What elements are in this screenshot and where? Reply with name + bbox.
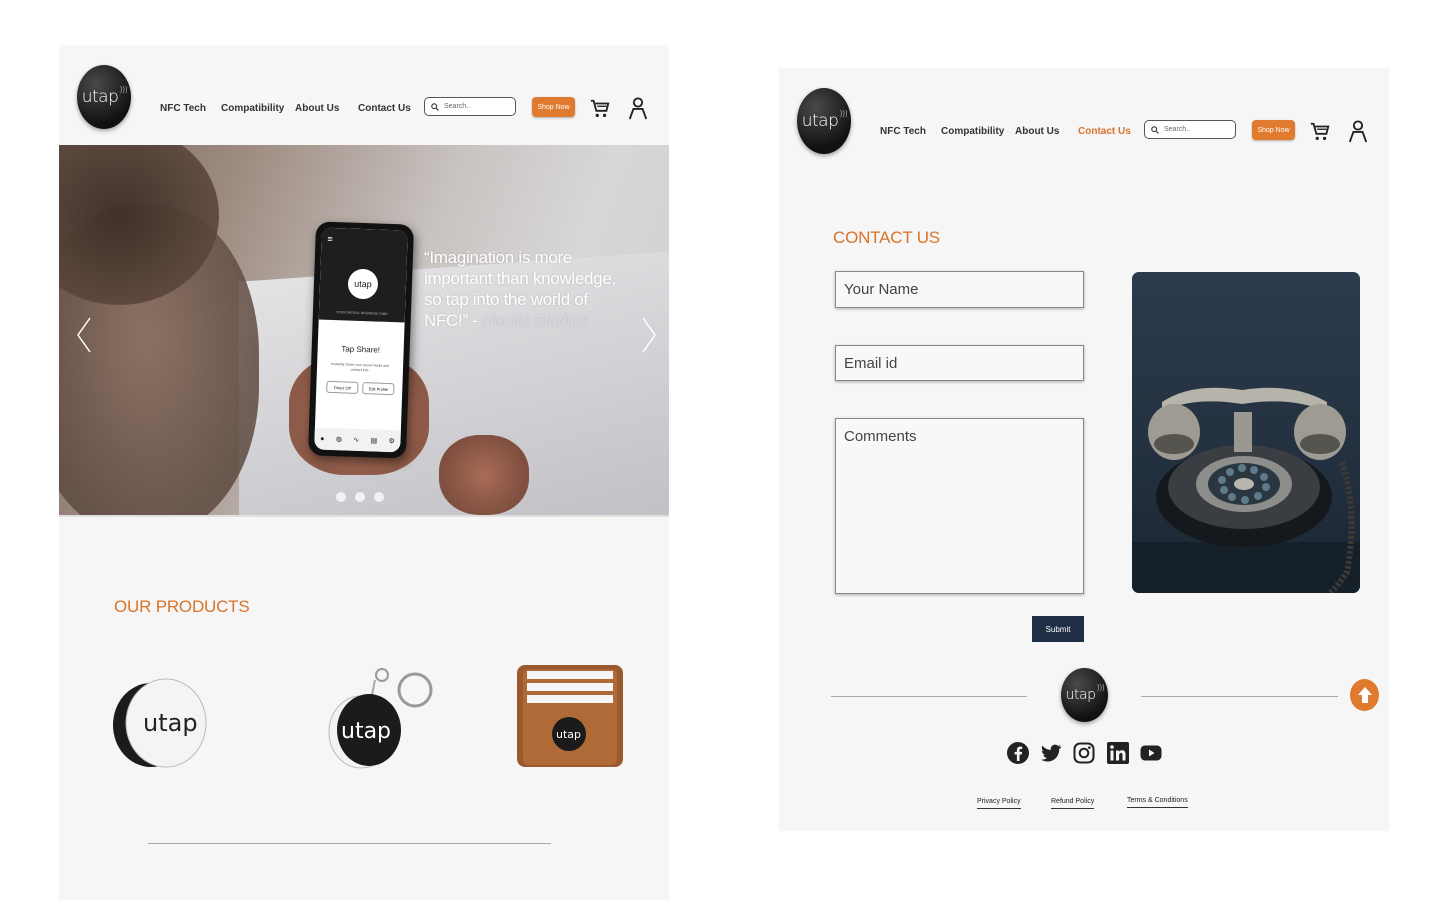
twitter-icon[interactable] — [1039, 741, 1063, 765]
arrow-up-icon — [1357, 687, 1372, 703]
home-page-mockup: utap))) NFC Tech Compatibility About Us … — [59, 45, 669, 900]
products-title: OUR PRODUCTS — [114, 597, 250, 616]
footer-logo-text: utap — [1065, 687, 1096, 703]
nfc-wave-icon: ))) — [839, 108, 848, 118]
cart-icon[interactable] — [589, 97, 611, 121]
vintage-telephone-image — [1132, 272, 1360, 593]
email-field[interactable]: Email id — [835, 345, 1084, 381]
product-nfc-card-wallet[interactable]: utap — [515, 663, 627, 769]
search-icon — [1151, 125, 1159, 134]
person-icon: ● — [320, 435, 325, 443]
facebook-icon[interactable] — [1006, 741, 1030, 765]
nfc-wave-icon: ))) — [119, 84, 128, 94]
nav-compatibility[interactable]: Compatibility — [941, 126, 1004, 137]
svg-text:utap: utap — [341, 719, 391, 744]
terms-conditions-link[interactable]: Terms & Conditions — [1127, 797, 1188, 808]
user-icon[interactable] — [1347, 119, 1369, 143]
carousel-prev-arrow-icon[interactable] — [74, 315, 94, 355]
quote-author: Honibi Studios — [482, 311, 588, 330]
nav-contact-us-active[interactable]: Contact Us — [1078, 126, 1131, 137]
nav-nfc-tech[interactable]: NFC Tech — [160, 103, 206, 114]
cart-icon[interactable] — [1309, 120, 1331, 144]
phone-tabbar: ● ◍ ∿ ▤ ⚙ — [314, 427, 401, 453]
hero-bg-hand-2 — [439, 435, 529, 515]
youtube-icon[interactable] — [1139, 741, 1163, 765]
phone-header: ≡ utap YOUR DIGITAL BUSINESS CARD — [318, 227, 408, 323]
phone-direct-off: Direct Off — [326, 380, 359, 394]
chart-icon: ∿ — [353, 436, 360, 444]
nav-about-us[interactable]: About Us — [1015, 126, 1059, 137]
carousel-next-arrow-icon[interactable] — [639, 315, 659, 355]
phone-tap-share: Tap Share! — [341, 344, 381, 355]
carousel-dot-1[interactable] — [336, 492, 346, 502]
carousel-dots — [336, 492, 384, 502]
brand-logo[interactable]: utap))) — [77, 65, 131, 129]
nav-about-us[interactable]: About Us — [295, 103, 339, 114]
svg-text:utap: utap — [556, 728, 581, 741]
footer-divider-left — [831, 696, 1027, 697]
logo-text: utap — [801, 111, 839, 131]
shop-now-button[interactable]: Shop Now — [532, 97, 575, 117]
footer-divider-right — [1141, 696, 1338, 697]
contact-page-mockup: utap))) NFC Tech Compatibility About Us … — [779, 68, 1389, 831]
search-placeholder: Search.. — [444, 103, 471, 110]
search-placeholder: Search.. — [1164, 126, 1191, 133]
comments-field[interactable]: Comments — [835, 418, 1084, 594]
logo-text: utap — [81, 87, 119, 107]
product-nfc-keychain[interactable]: utap — [317, 650, 437, 775]
gear-icon: ⚙ — [388, 438, 395, 446]
phone-edit-profile: Edit Profile — [362, 382, 395, 396]
contact-title: CONTACT US — [833, 228, 940, 247]
hero-phone: ≡ utap YOUR DIGITAL BUSINESS CARD Tap Sh… — [307, 221, 415, 459]
search-icon — [431, 102, 439, 111]
hero-divider — [59, 515, 669, 517]
nav-contact-us[interactable]: Contact Us — [358, 103, 411, 114]
menu-icon: ≡ — [327, 233, 333, 244]
products-divider — [148, 843, 551, 844]
carousel-dot-3[interactable] — [374, 492, 384, 502]
instagram-icon[interactable] — [1072, 741, 1096, 765]
top-nav-contact: utap))) NFC Tech Compatibility About Us … — [779, 68, 1389, 168]
phone-subtitle: YOUR DIGITAL BUSINESS CARD — [336, 310, 388, 316]
telephone-illustration — [1132, 387, 1360, 593]
carousel-dot-2[interactable] — [355, 492, 365, 502]
product-nfc-tag[interactable]: u utap — [111, 677, 211, 772]
refund-policy-link[interactable]: Refund Policy — [1051, 798, 1095, 809]
search-input[interactable]: Search.. — [1144, 120, 1236, 139]
phone-desc: Instantly share your social media and co… — [331, 361, 390, 373]
linkedin-icon[interactable] — [1106, 741, 1130, 765]
phone-screen: ≡ utap YOUR DIGITAL BUSINESS CARD Tap Sh… — [314, 227, 408, 453]
hero-carousel[interactable]: ≡ utap YOUR DIGITAL BUSINESS CARD Tap Sh… — [59, 145, 669, 515]
pin-icon: ◍ — [335, 436, 343, 444]
svg-text:utap: utap — [143, 709, 198, 737]
nfc-wave-icon: ))) — [1096, 682, 1105, 692]
privacy-policy-link[interactable]: Privacy Policy — [977, 798, 1021, 809]
submit-button[interactable]: Submit — [1032, 616, 1084, 642]
footer-logo[interactable]: utap))) — [1061, 668, 1108, 722]
shop-now-button[interactable]: Shop Now — [1252, 120, 1295, 140]
search-input[interactable]: Search.. — [424, 97, 516, 116]
nav-compatibility[interactable]: Compatibility — [221, 103, 284, 114]
name-field[interactable]: Your Name — [835, 271, 1084, 308]
top-nav: utap))) NFC Tech Compatibility About Us … — [59, 45, 669, 145]
scroll-to-top-button[interactable] — [1350, 679, 1379, 711]
nav-nfc-tech[interactable]: NFC Tech — [880, 126, 926, 137]
hero-quote: “Imagination is more important than know… — [424, 247, 634, 331]
doc-icon: ▤ — [370, 437, 378, 445]
user-icon[interactable] — [627, 96, 649, 120]
brand-logo-contact[interactable]: utap))) — [797, 88, 851, 154]
phone-logo: utap — [347, 268, 379, 300]
